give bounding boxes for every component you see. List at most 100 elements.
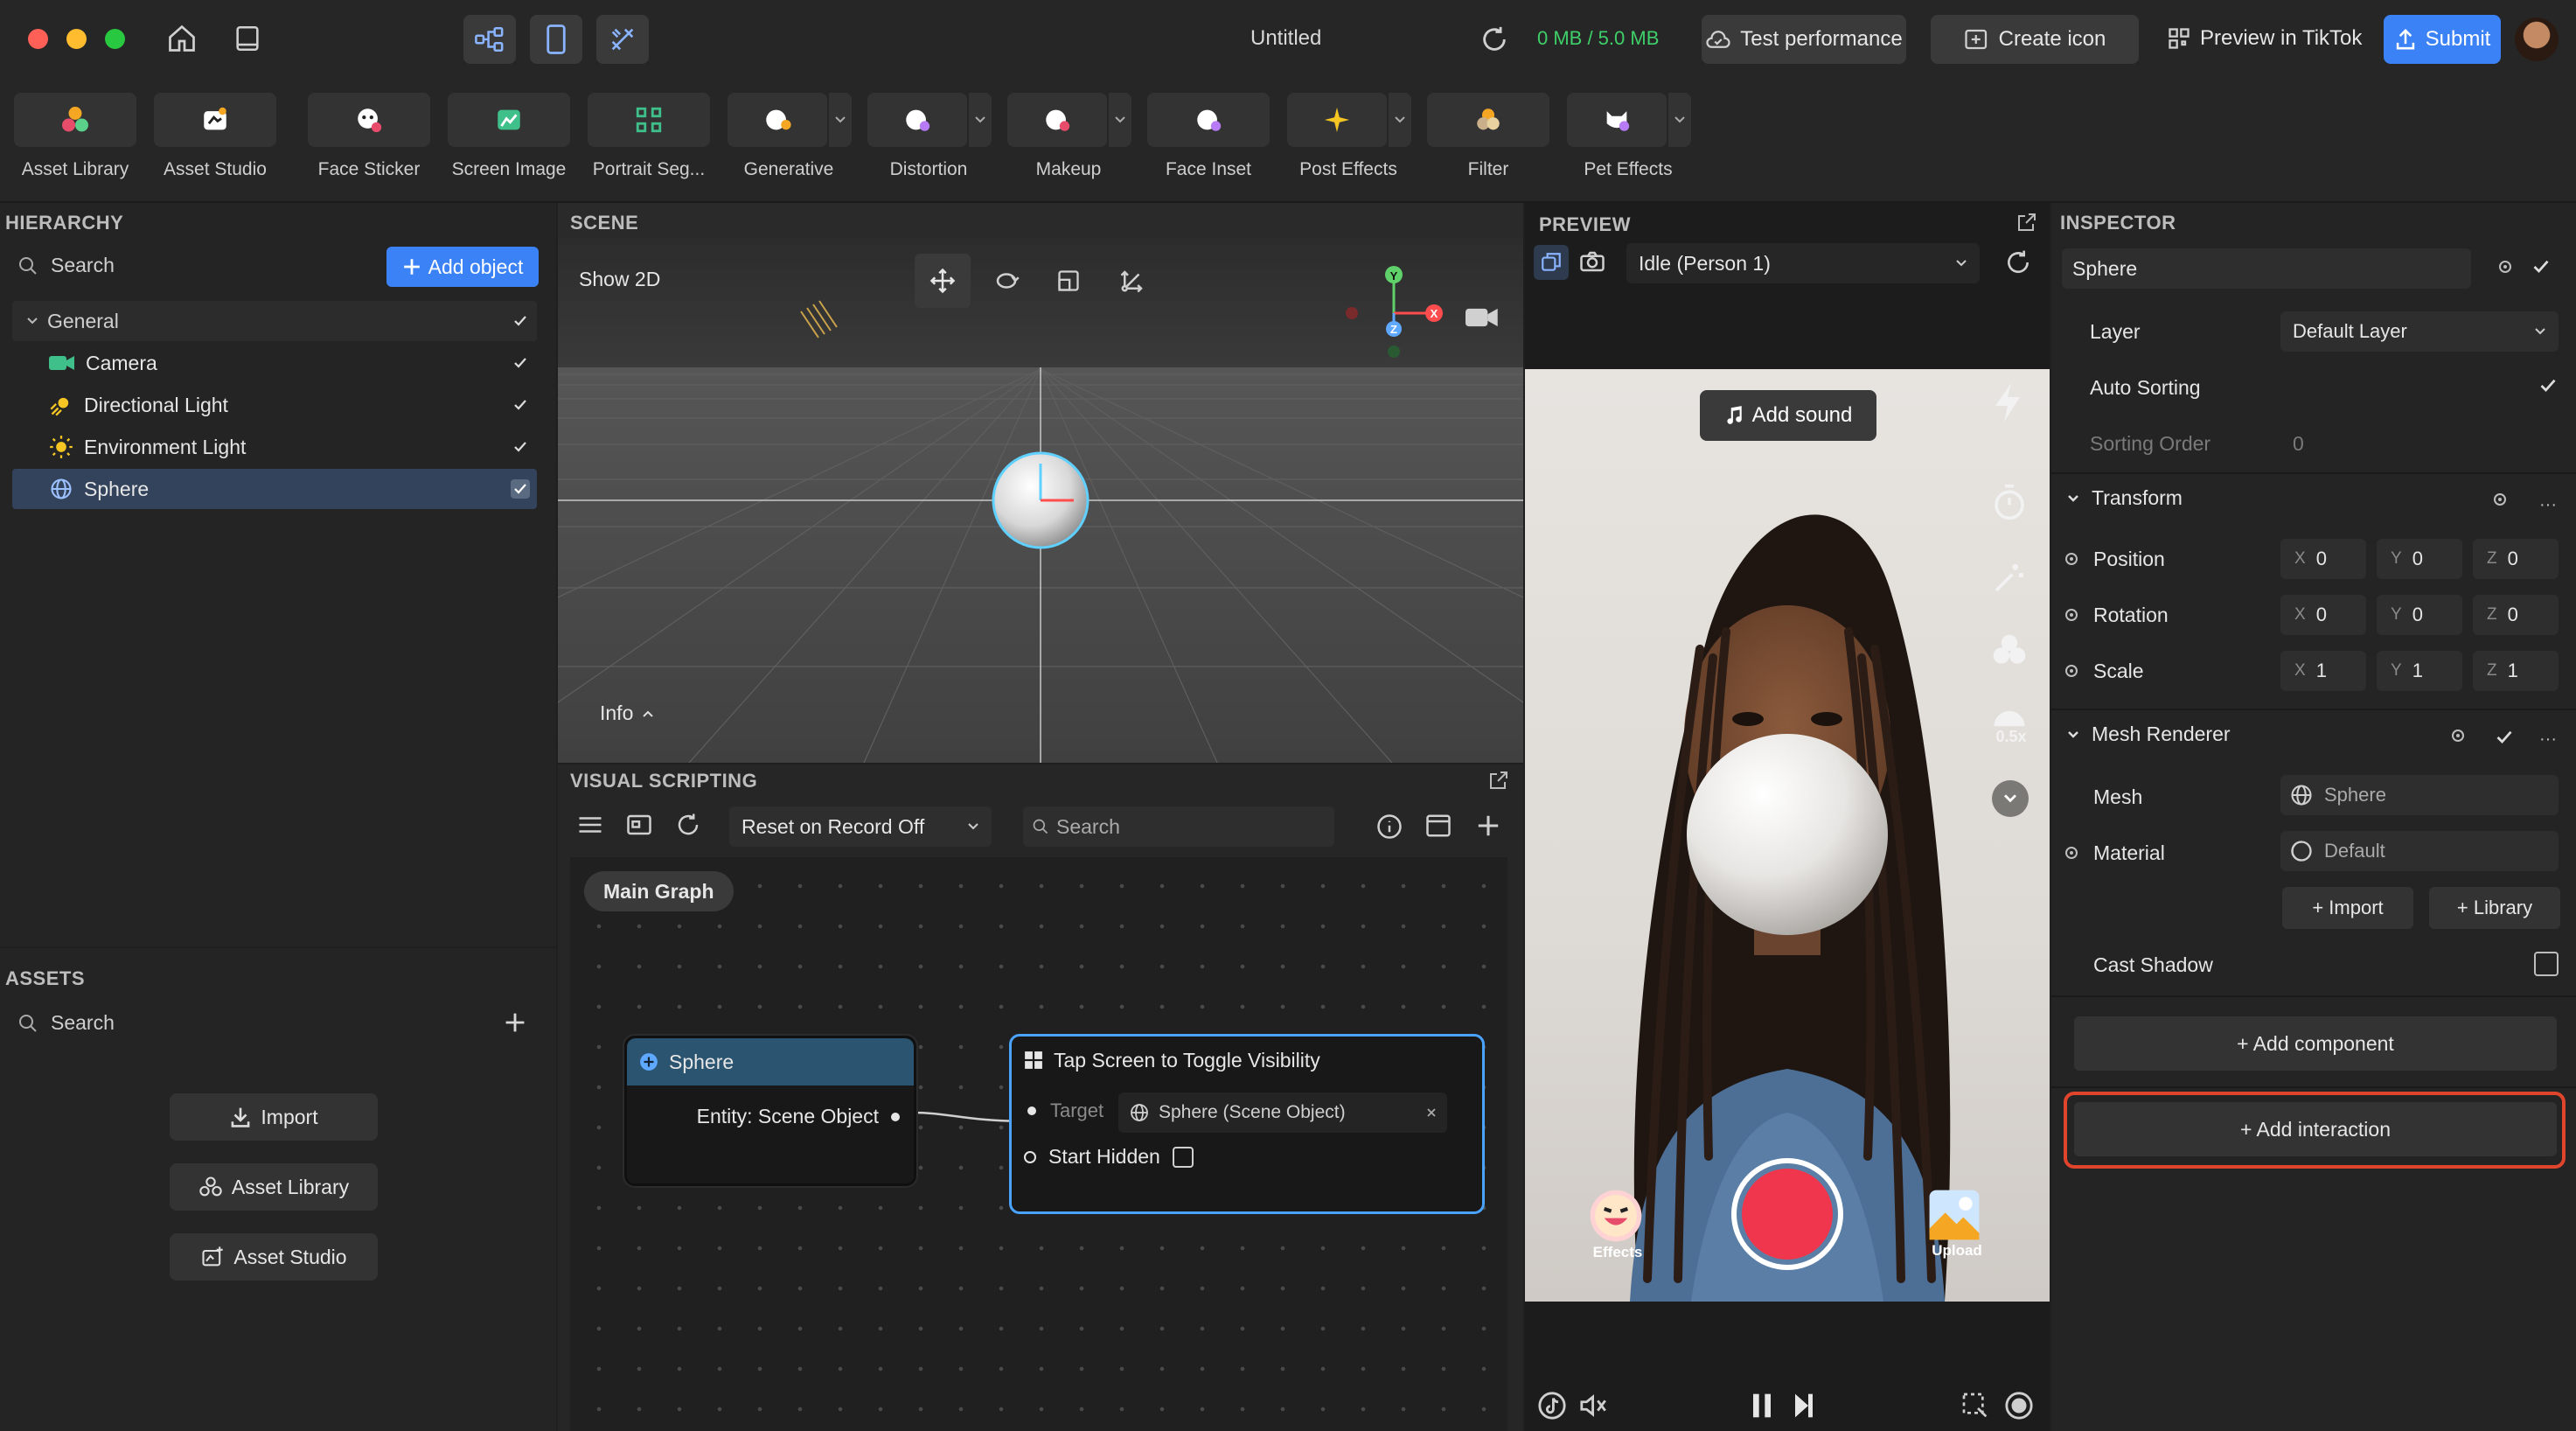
mesh-field[interactable]: Sphere — [2280, 775, 2559, 815]
record-button[interactable] — [1731, 1158, 1843, 1270]
minimize-window-button[interactable] — [66, 29, 87, 49]
pet-effects-dropdown[interactable] — [1668, 93, 1691, 147]
visibility-check-icon[interactable] — [511, 311, 530, 331]
script-search-input[interactable]: Search — [1023, 806, 1334, 847]
cast-shadow-checkbox[interactable] — [2534, 952, 2559, 976]
radio-dot-icon[interactable] — [2452, 729, 2464, 742]
tiktok-icon[interactable] — [1537, 1391, 1567, 1421]
filter-tool[interactable]: Filter — [1425, 93, 1551, 191]
start-hidden-port[interactable]: Start Hidden — [1024, 1145, 1194, 1169]
radio-dot-icon[interactable] — [2065, 847, 2078, 859]
rotation-x-field[interactable]: X0 — [2280, 595, 2366, 635]
auto-sorting-checkbox[interactable] — [2539, 378, 2557, 394]
radio-dot-icon[interactable] — [2499, 261, 2511, 273]
scale-icon[interactable] — [1056, 268, 1081, 294]
speed-control[interactable]: 0.5x — [1990, 703, 2032, 746]
hierarchy-item-camera[interactable]: Camera — [12, 343, 537, 383]
hierarchy-search-input[interactable]: Search — [51, 254, 115, 277]
position-z-field[interactable]: Z0 — [2473, 539, 2559, 579]
layer-select[interactable]: Default Layer — [2280, 311, 2559, 352]
hierarchy-item-directional-light[interactable]: Directional Light — [12, 385, 537, 425]
select-region-icon[interactable] — [1960, 1391, 1988, 1419]
scale-z-field[interactable]: Z1 — [2473, 651, 2559, 691]
hierarchy-item-environment-light[interactable]: Environment Light — [12, 427, 537, 467]
sphere-node-output-port[interactable]: Entity: Scene Object — [697, 1105, 900, 1128]
asset-library-button[interactable]: Asset Library — [170, 1163, 378, 1211]
hierarchy-search[interactable]: Search — [17, 254, 115, 277]
generative-tool[interactable]: Generative — [726, 93, 852, 191]
sphere-node[interactable]: Sphere Entity: Scene Object — [624, 1036, 916, 1186]
makeup-dropdown[interactable] — [1109, 93, 1131, 147]
record-mode-icon[interactable] — [2004, 1391, 2034, 1421]
assets-search-input[interactable]: Search — [51, 1011, 115, 1035]
rotation-y-field[interactable]: Y0 — [2377, 595, 2462, 635]
submit-button[interactable]: Submit — [2384, 15, 2501, 64]
external-open-icon[interactable] — [2016, 212, 2037, 233]
radio-dot-icon[interactable] — [2065, 553, 2078, 565]
menu-icon[interactable] — [577, 813, 603, 836]
rotation-z-field[interactable]: Z0 — [2473, 595, 2559, 635]
material-field[interactable]: Default — [2280, 831, 2559, 871]
post-effects-dropdown[interactable] — [1389, 93, 1411, 147]
enabled-check-icon[interactable] — [2496, 729, 2513, 745]
add-object-button[interactable]: Add object — [386, 247, 539, 287]
import-asset-button[interactable]: Import — [170, 1093, 378, 1141]
scene-info-toggle[interactable]: Info — [600, 702, 654, 725]
target-port[interactable]: Target — [1027, 1099, 1104, 1122]
beauty-wand-icon[interactable] — [1992, 560, 2027, 595]
asset-studio-button[interactable]: Asset Studio — [170, 1233, 378, 1281]
scale-x-field[interactable]: X1 — [2280, 651, 2366, 691]
refresh-icon[interactable] — [675, 812, 701, 838]
add-asset-icon[interactable] — [504, 1011, 526, 1034]
add-interaction-button[interactable]: + Add interaction — [2074, 1102, 2557, 1156]
home-icon[interactable] — [166, 23, 198, 54]
radio-dot-icon[interactable] — [2494, 493, 2506, 506]
test-performance-button[interactable]: Test performance — [1702, 15, 1906, 64]
hierarchy-group-general[interactable]: General — [12, 301, 537, 341]
clear-icon[interactable] — [1426, 1107, 1437, 1118]
show-2d-toggle[interactable]: Show 2D — [579, 268, 660, 291]
effects-button[interactable]: Effects — [1588, 1188, 1647, 1261]
more-icon[interactable]: ··· — [2539, 495, 2557, 515]
panel-toggle-icon[interactable] — [233, 23, 262, 54]
close-window-button[interactable] — [28, 29, 48, 49]
more-icon[interactable]: ··· — [2539, 729, 2557, 750]
tools-view-button[interactable] — [596, 15, 649, 64]
output-port-dot[interactable] — [891, 1112, 900, 1121]
assets-search[interactable]: Search — [17, 1011, 115, 1035]
post-effects-tool[interactable]: Post Effects — [1285, 93, 1411, 191]
start-hidden-checkbox[interactable] — [1172, 1146, 1194, 1168]
distortion-tool[interactable]: Distortion — [866, 93, 992, 191]
portrait-segmentation-tool[interactable]: Portrait Seg... — [586, 93, 712, 191]
refresh-icon[interactable] — [2004, 248, 2032, 276]
preview-mode-toggle[interactable] — [1534, 245, 1569, 280]
axis-gizmo[interactable]: Y X Z — [1329, 262, 1460, 367]
sorting-order-value[interactable]: 0 — [2293, 432, 2304, 456]
object-name-input[interactable]: Sphere — [2062, 248, 2471, 289]
mute-icon[interactable] — [1579, 1393, 1609, 1419]
transform-icon[interactable] — [1119, 268, 1145, 294]
panel-layout-icon[interactable] — [626, 813, 652, 836]
step-forward-icon[interactable] — [1793, 1393, 1815, 1419]
visibility-check-icon[interactable] — [511, 395, 530, 415]
preview-subject-select[interactable]: Idle (Person 1) — [1626, 243, 1980, 283]
library-material-button[interactable]: + Library — [2429, 887, 2560, 929]
main-graph-tab[interactable]: Main Graph — [584, 871, 734, 911]
asset-studio-tool[interactable]: Asset Studio — [152, 93, 278, 191]
scale-y-field[interactable]: Y1 — [2377, 651, 2462, 691]
add-node-icon[interactable] — [1476, 813, 1500, 838]
zoom-window-button[interactable] — [105, 29, 125, 49]
pause-icon[interactable] — [1751, 1393, 1773, 1419]
user-avatar[interactable] — [2515, 17, 2559, 61]
graph-layout-button[interactable] — [463, 15, 516, 64]
input-port-dot[interactable] — [1024, 1150, 1036, 1163]
radio-dot-icon[interactable] — [2065, 665, 2078, 677]
radio-dot-icon[interactable] — [2065, 609, 2078, 621]
position-x-field[interactable]: X0 — [2280, 539, 2366, 579]
external-open-icon[interactable] — [1488, 770, 1509, 791]
add-sound-button[interactable]: Add sound — [1700, 390, 1876, 441]
hierarchy-item-sphere[interactable]: Sphere — [12, 469, 537, 509]
filters-icon[interactable] — [1990, 632, 2029, 670]
visibility-check-icon[interactable] — [511, 479, 530, 499]
distortion-dropdown[interactable] — [969, 93, 992, 147]
